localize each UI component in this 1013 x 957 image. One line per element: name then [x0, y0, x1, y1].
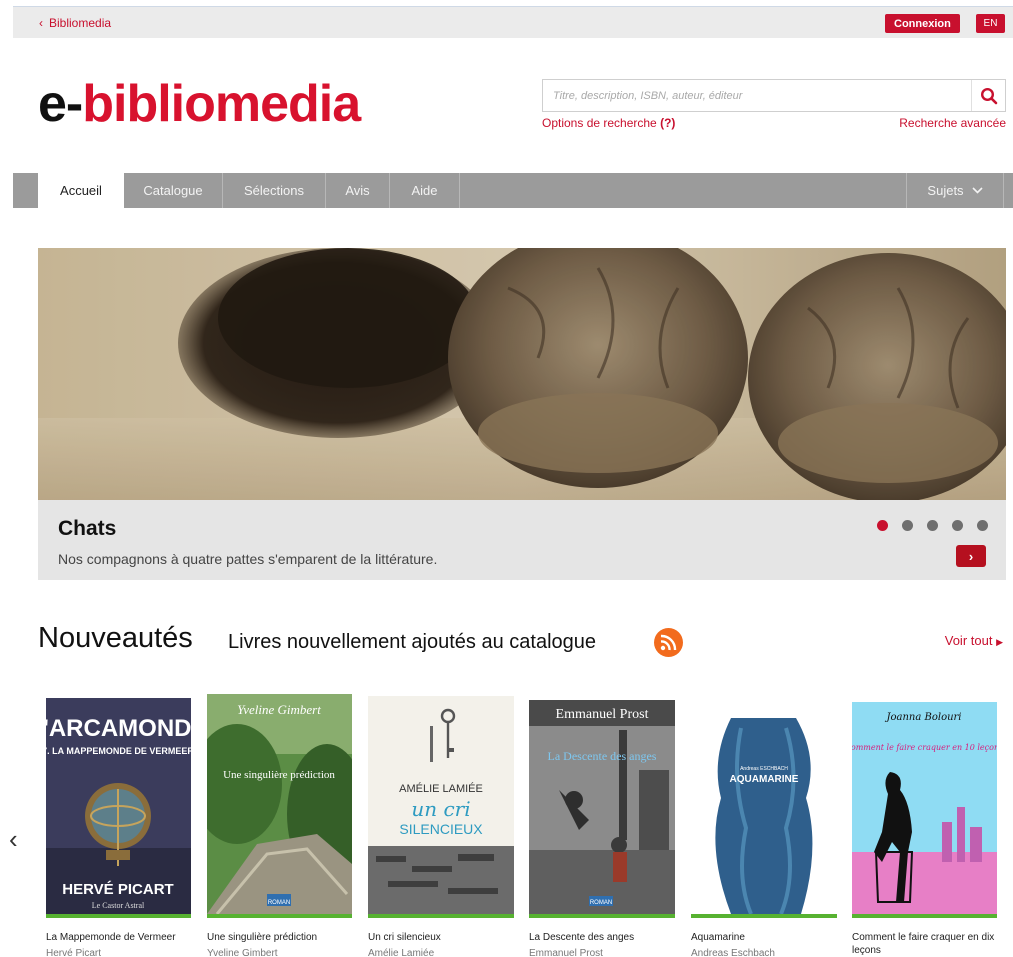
book-title[interactable]: Une singulière prédiction [207, 931, 357, 944]
search-icon [980, 87, 997, 104]
chevron-right-icon: › [968, 548, 974, 564]
cover-bottom-text: HERVÉ PICART [62, 881, 173, 898]
search-options-help[interactable]: (?) [660, 116, 675, 130]
cover-top-text: Emmanuel Prost [556, 707, 649, 722]
rss-feed-button[interactable] [654, 628, 683, 657]
book-author: Yveline Gimbert [207, 948, 278, 957]
section-subtitle: Livres nouvellement ajoutés au catalogue [228, 631, 597, 653]
cover-art: AMÉLIE LAMIÉE un cri SILENCIEUX [368, 696, 514, 914]
logo-prefix: e- [38, 75, 83, 133]
cover-art: L'ARCAMONDE 7. LA MAPPEMONDE DE VERMEER … [46, 698, 191, 914]
nav-tab-catalogue[interactable]: Catalogue [124, 173, 223, 208]
rss-icon [660, 634, 677, 651]
subjects-dropdown[interactable]: Sujets [906, 173, 1004, 208]
book-title[interactable]: La Descente des anges [529, 931, 679, 944]
book-title[interactable]: Un cri silencieux [368, 931, 518, 944]
advanced-search-link[interactable]: Recherche avancée [899, 116, 1006, 130]
back-link[interactable]: ‹ Bibliomedia [39, 16, 111, 30]
cover-middle-text: AQUAMARINE [730, 774, 799, 785]
carousel-dot-4[interactable] [952, 520, 963, 531]
cover-middle-text: un cri [411, 797, 470, 821]
nav-tab-selections[interactable]: Sélections [223, 173, 326, 208]
cover-art: Yveline Gimbert Une singulière prédictio… [207, 694, 352, 914]
cover-middle-text: Une singulière prédiction [223, 769, 335, 781]
section-title: Nouveautés [38, 622, 193, 654]
cover-art: Joanna Bolouri Comment le faire craquer … [852, 702, 997, 914]
book-author: Hervé Picart [46, 948, 102, 957]
carousel-dot-2[interactable] [902, 520, 913, 531]
cover-top-text: Yveline Gimbert [237, 702, 321, 717]
nav-tab-home[interactable]: Accueil [38, 173, 124, 208]
back-link-label: Bibliomedia [49, 16, 112, 30]
chevron-left-icon: ‹ [9, 824, 18, 854]
cover-art: Emmanuel Prost La Descente des anges ROM… [529, 700, 675, 914]
cover-middle-text: Comment le faire craquer en 10 leçons [852, 743, 997, 752]
book-cover[interactable]: AMÉLIE LAMIÉE un cri SILENCIEUX [368, 696, 514, 918]
language-button[interactable]: EN [976, 14, 1005, 33]
carousel-dot-3[interactable] [927, 520, 938, 531]
book-author: Amélie Lamiée [368, 948, 435, 957]
carousel-dots [877, 520, 988, 531]
book-cover[interactable]: Joanna Bolouri Comment le faire craquer … [852, 702, 997, 918]
cover-top-text: Joanna Bolouri [884, 712, 961, 723]
top-bar: ‹ Bibliomedia Connexion EN [13, 6, 1013, 38]
hero-carousel: Chats Nos compagnons à quatre pattes s'e… [38, 248, 1006, 580]
chevron-down-icon [971, 187, 983, 194]
site-logo[interactable]: e-bibliomedia [38, 74, 361, 134]
chevron-left-icon: ‹ [39, 16, 43, 30]
hero-subtitle: Nos compagnons à quatre pattes s'emparen… [58, 551, 438, 567]
hero-next-button[interactable]: › [956, 545, 986, 567]
nav-tab-help[interactable]: Aide [390, 173, 460, 208]
book-cover[interactable]: L'ARCAMONDE 7. LA MAPPEMONDE DE VERMEER … [46, 698, 191, 918]
book-cover[interactable]: Andreas ESCHBACH AQUAMARINE [691, 718, 837, 918]
nav-tab-reviews[interactable]: Avis [326, 173, 390, 208]
carousel-dot-1[interactable] [877, 520, 888, 531]
book-title[interactable]: Aquamarine [691, 931, 841, 944]
cover-top-text: L'ARCAMONDE [46, 715, 191, 742]
search-options-label: Options de recherche [542, 116, 657, 130]
see-all-link[interactable]: Voir tout ▶ [945, 633, 1003, 648]
subjects-label: Sujets [927, 183, 964, 198]
cover-art: Andreas ESCHBACH AQUAMARINE [691, 718, 837, 914]
book-title[interactable]: Comment le faire craquer en dix leçons [852, 931, 1002, 957]
book-cover[interactable]: Emmanuel Prost La Descente des anges ROM… [529, 700, 675, 918]
main-nav: Accueil Catalogue Sélections Avis Aide S… [13, 173, 1013, 208]
cover-top-text: AMÉLIE LAMIÉE [399, 782, 483, 795]
cat-paws-image [38, 248, 1006, 500]
cover-publisher-text: Le Castor Astral [92, 901, 145, 910]
hero-image[interactable] [38, 248, 1006, 500]
see-all-label: Voir tout [944, 633, 993, 648]
hero-title[interactable]: Chats [58, 517, 116, 541]
cover-bottom-text: SILENCIEUX [399, 821, 483, 837]
carousel-prev-arrow[interactable]: ‹ [9, 826, 18, 852]
search-box [542, 79, 1006, 112]
carousel-dot-5[interactable] [977, 520, 988, 531]
cover-middle-text: La Descente des anges [548, 749, 657, 763]
triangle-right-icon: ▶ [996, 637, 1003, 647]
cover-publisher-text: ROMAN [268, 900, 290, 906]
hero-caption: Chats Nos compagnons à quatre pattes s'e… [38, 500, 1006, 580]
search-input[interactable] [543, 80, 971, 111]
book-author: Andreas Eschbach [691, 948, 775, 957]
cover-middle-text: 7. LA MAPPEMONDE DE VERMEER [46, 746, 191, 756]
search-options-link[interactable]: Options de recherche (?) [542, 116, 675, 130]
book-title[interactable]: La Mappemonde de Vermeer [46, 931, 196, 944]
cover-top-text: Andreas ESCHBACH [740, 766, 788, 772]
logo-name: bibliomedia [82, 75, 361, 133]
login-button[interactable]: Connexion [885, 14, 960, 33]
search-button[interactable] [971, 80, 1005, 111]
book-cover[interactable]: Yveline Gimbert Une singulière prédictio… [207, 694, 352, 918]
book-author: Emmanuel Prost [529, 948, 603, 957]
cover-publisher-text: ROMAN [590, 900, 612, 906]
